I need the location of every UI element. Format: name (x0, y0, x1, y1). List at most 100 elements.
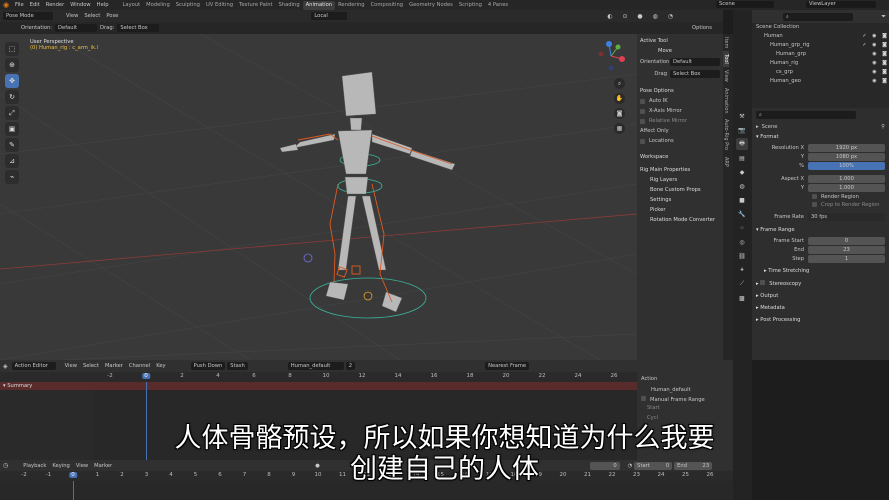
tab-4-panes[interactable]: 4 Panes (485, 1, 511, 10)
menu-select[interactable]: Select (81, 13, 103, 19)
settings-section[interactable]: Settings (640, 195, 720, 205)
outliner-item[interactable]: Human_grp_rig ✓ ◉ ◙ (752, 41, 889, 50)
aspect-y-field[interactable]: 1.000 (808, 183, 885, 192)
rig-layers-section[interactable]: Rig Layers (640, 175, 720, 185)
world-props-icon[interactable]: ◍ (736, 180, 748, 192)
bone-props-icon[interactable]: ⟋ (736, 278, 748, 290)
timeline-playhead[interactable] (73, 481, 74, 500)
constraints-props-icon[interactable]: ⛓ (736, 250, 748, 262)
overlay-icons[interactable]: ◐ ⊙ ● ◍ ◔ (607, 13, 677, 20)
tab-view[interactable]: View (723, 67, 729, 85)
crop-checkbox[interactable]: Crop to Render Region (756, 201, 885, 210)
orientation-selector[interactable]: Default (55, 24, 98, 32)
start-field[interactable]: Start (641, 403, 729, 413)
action-playhead[interactable] (146, 382, 147, 460)
menu-marker[interactable]: Marker (102, 363, 126, 369)
rotate-tool-icon[interactable]: ↻ (5, 90, 19, 104)
view-layer-props-icon[interactable]: ▤ (736, 152, 748, 164)
push-down-button[interactable]: Push Down (190, 362, 226, 370)
menu-render[interactable]: Render (43, 2, 67, 8)
drag-selector[interactable]: Select Box (117, 24, 160, 32)
summary-channel[interactable]: ▾ Summary (0, 382, 637, 390)
manual-frame-range-checkbox[interactable]: Manual Frame Range (641, 396, 729, 403)
picker-section[interactable]: Picker (640, 205, 720, 215)
outliner-item[interactable]: Human_rig ◉ ◙ (752, 59, 889, 68)
data-props-icon[interactable]: ⚹ (736, 264, 748, 276)
post-processing-section[interactable]: ▸ Post Processing (756, 314, 885, 326)
menu-file[interactable]: File (12, 2, 27, 8)
particles-props-icon[interactable]: ⁘ (736, 222, 748, 234)
menu-view[interactable]: View (62, 363, 80, 369)
bone-custom-props-section[interactable]: Bone Custom Props (640, 185, 720, 195)
tab-auto-rig-pro[interactable]: Auto-Rig Pro (723, 116, 729, 153)
search-input[interactable]: ⌕ (756, 110, 856, 119)
render-region-checkbox[interactable]: Render Region (756, 192, 885, 201)
tab-animation[interactable]: Animation (302, 0, 336, 10)
cursor-tool-icon[interactable]: ⊕ (5, 58, 19, 72)
stereoscopy-section[interactable]: ▸ Stereoscopy (756, 277, 885, 290)
tab-texture-paint[interactable]: Texture Paint (236, 1, 275, 10)
menu-channel[interactable]: Channel (126, 363, 153, 369)
tab-modeling[interactable]: Modeling (143, 1, 173, 10)
snap-selector[interactable]: Nearest Frame (485, 362, 530, 370)
tool-props-icon[interactable]: ⚒ (736, 110, 748, 122)
visibility-icon[interactable]: ✓ ◉ ◙ (862, 41, 889, 50)
render-props-icon[interactable]: 📷 (736, 124, 748, 136)
outliner-scene-collection[interactable]: Scene Collection (752, 23, 889, 32)
grid-icon[interactable]: ▦ (614, 123, 625, 134)
frame-end-field[interactable]: 23 (808, 245, 885, 254)
action-frame-ruler[interactable]: -2 0 2 4 6 8 10 12 14 16 18 20 22 24 26 (94, 372, 637, 382)
aspect-x-field[interactable]: 1.000 (808, 174, 885, 183)
annotate-tool-icon[interactable]: ✎ (5, 138, 19, 152)
output-section[interactable]: ▸ Output (756, 290, 885, 302)
filter-icon[interactable]: ⏷ (881, 13, 886, 21)
tab-layout[interactable]: Layout (120, 1, 144, 10)
navigation-gizmo[interactable] (596, 41, 626, 71)
resolution-pct-field[interactable]: 100% (808, 161, 885, 170)
frame-range-section[interactable]: ▾ Frame Range (756, 224, 885, 236)
frame-rate-selector[interactable]: 30 fps (808, 212, 885, 221)
menu-view[interactable]: View (63, 13, 81, 19)
visibility-icon[interactable]: ◉ ◙ (872, 50, 889, 59)
tab-rendering[interactable]: Rendering (335, 1, 368, 10)
metadata-section[interactable]: ▸ Metadata (756, 302, 885, 314)
pose-options-section[interactable]: Pose Options (640, 86, 720, 96)
scene-props-icon[interactable]: ◆ (736, 166, 748, 178)
options-dropdown[interactable]: Options (689, 25, 715, 31)
camera-icon[interactable]: ◙ (614, 108, 625, 119)
tab-geometry-nodes[interactable]: Geometry Nodes (406, 1, 456, 10)
tab-scripting[interactable]: Scripting (456, 1, 485, 10)
select-box-tool-icon[interactable]: ⬚ (5, 42, 19, 56)
3d-viewport[interactable] (0, 34, 637, 360)
locations-checkbox[interactable]: Locations (640, 136, 720, 146)
auto-ik-checkbox[interactable]: Auto IK (640, 96, 720, 106)
modifier-props-icon[interactable]: 🔧 (736, 208, 748, 220)
tab-uv-editing[interactable]: UV Editing (203, 1, 236, 10)
tab-arp[interactable]: ARP (723, 154, 729, 170)
resolution-x-field[interactable]: 1920 px (808, 143, 885, 152)
view-layer-selector[interactable]: ViewLayer (806, 1, 876, 8)
action-section[interactable]: Action (641, 374, 729, 384)
output-props-icon[interactable]: 🖶 (736, 138, 748, 150)
orientation-selector[interactable]: Default (670, 58, 720, 66)
drag-selector[interactable]: Select Box (670, 70, 720, 78)
human-rig-mesh[interactable] (279, 71, 456, 313)
visibility-icon[interactable]: ✓ ◉ ◙ (862, 32, 889, 41)
format-section[interactable]: ▾ Format (756, 131, 885, 143)
action-editor-mode[interactable]: Action Editor (11, 362, 56, 370)
blender-logo-icon[interactable]: ◉ (0, 1, 12, 9)
object-props-icon[interactable]: ■ (736, 194, 748, 206)
frame-step-field[interactable]: 1 (808, 254, 885, 263)
rotation-mode-converter-section[interactable]: Rotation Mode Converter (640, 215, 720, 225)
cyclic-checkbox[interactable]: Cycl (641, 413, 729, 423)
texture-props-icon[interactable]: ▩ (736, 292, 748, 304)
pin-icon[interactable]: ⚲ (881, 124, 885, 130)
tab-compositing[interactable]: Compositing (368, 1, 407, 10)
menu-window[interactable]: Window (67, 2, 93, 8)
outliner-item[interactable]: Human ✓ ◉ ◙ (752, 32, 889, 41)
outliner-search-input[interactable]: ⌕ (783, 12, 853, 21)
physics-props-icon[interactable]: ◎ (736, 236, 748, 248)
rig-main-properties-section[interactable]: Rig Main Properties (640, 165, 720, 175)
active-tool-section[interactable]: Active Tool (640, 36, 720, 46)
visibility-icon[interactable]: ◉ ◙ (872, 59, 889, 68)
